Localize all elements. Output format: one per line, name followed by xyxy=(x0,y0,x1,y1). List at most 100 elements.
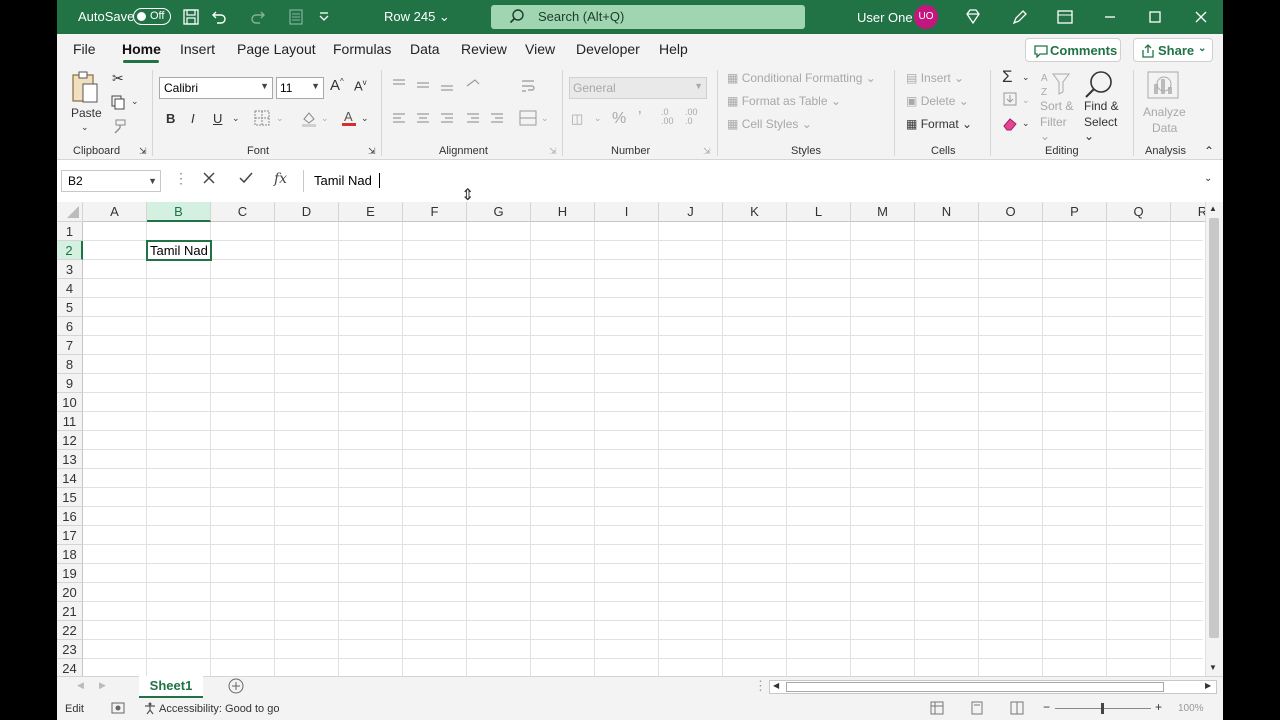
page-layout-view-icon[interactable] xyxy=(970,701,984,718)
minimize-icon[interactable] xyxy=(1100,7,1120,27)
tab-help[interactable]: Help xyxy=(659,41,688,57)
accessibility-status[interactable]: Accessibility: Good to go xyxy=(159,703,279,715)
row-header-14[interactable]: 14 xyxy=(57,469,83,488)
percent-icon[interactable]: % xyxy=(612,110,626,128)
sheet-tab[interactable]: Sheet1 xyxy=(139,676,203,698)
copy-icon[interactable] xyxy=(110,94,126,113)
add-sheet-icon[interactable] xyxy=(227,677,245,698)
row-header-17[interactable]: 17 xyxy=(57,526,83,545)
column-header-p[interactable]: P xyxy=(1043,202,1107,222)
user-name[interactable]: User One xyxy=(857,10,913,25)
font-size-select[interactable]: 11 ▼ xyxy=(276,77,324,99)
row-header-19[interactable]: 19 xyxy=(57,564,83,583)
column-header-a[interactable]: A xyxy=(83,202,147,222)
avatar[interactable]: UO xyxy=(914,5,938,29)
format-as-table-button[interactable]: ▦ Format as Table ⌄ xyxy=(727,94,841,108)
row-header-23[interactable]: 23 xyxy=(57,640,83,659)
cut-icon[interactable]: ✂ xyxy=(112,70,124,87)
row-header-15[interactable]: 15 xyxy=(57,488,83,507)
row-header-3[interactable]: 3 xyxy=(57,260,83,279)
scroll-thumb[interactable] xyxy=(1209,218,1219,638)
confirm-entry-icon[interactable] xyxy=(238,171,254,188)
row-header-13[interactable]: 13 xyxy=(57,450,83,469)
format-painter-icon[interactable] xyxy=(111,118,127,137)
expand-formula-bar-icon[interactable]: ⌄ xyxy=(1204,173,1212,184)
merge-center-icon[interactable] xyxy=(519,110,537,129)
analyze-data-button[interactable]: Analyze Data xyxy=(1142,70,1188,135)
name-box[interactable]: B2 ▼ xyxy=(61,170,161,192)
prev-sheet-icon[interactable]: ◀ xyxy=(77,680,84,691)
fill-color-icon[interactable] xyxy=(300,110,318,131)
scroll-up-icon[interactable]: ▲ xyxy=(1209,204,1217,213)
row-header-6[interactable]: 6 xyxy=(57,317,83,336)
accessibility-icon[interactable] xyxy=(143,701,157,718)
normal-view-icon[interactable] xyxy=(930,701,944,718)
tab-page-layout[interactable]: Page Layout xyxy=(237,41,316,57)
customize-toolbar-icon[interactable] xyxy=(315,8,333,26)
insert-function-icon[interactable]: fx xyxy=(274,171,287,187)
autosave-toggle[interactable]: Off xyxy=(133,8,171,25)
column-header-j[interactable]: J xyxy=(659,202,723,222)
row-header-12[interactable]: 12 xyxy=(57,431,83,450)
scroll-down-icon[interactable]: ▼ xyxy=(1209,663,1217,672)
cancel-entry-icon[interactable] xyxy=(202,171,216,188)
split-handle-icon[interactable]: ⋮ xyxy=(754,678,767,694)
column-header-c[interactable]: C xyxy=(211,202,275,222)
row-header-24[interactable]: 24 xyxy=(57,659,83,676)
comma-style-icon[interactable]: ’ xyxy=(638,109,642,127)
row-header-9[interactable]: 9 xyxy=(57,374,83,393)
save-icon[interactable] xyxy=(182,8,200,26)
select-all-corner[interactable] xyxy=(57,202,83,222)
column-header-g[interactable]: G xyxy=(467,202,531,222)
conditional-formatting-button[interactable]: ▦ Conditional Formatting ⌄ xyxy=(727,71,876,85)
sort-filter-button[interactable]: AZ Sort & Filter ⌄ xyxy=(1039,70,1077,143)
ribbon-display-icon[interactable] xyxy=(1055,7,1075,27)
search-box[interactable]: Search (Alt+Q) xyxy=(491,5,805,29)
column-header-b[interactable]: B xyxy=(147,202,211,222)
row-header-21[interactable]: 21 xyxy=(57,602,83,621)
collapse-ribbon-icon[interactable]: ⌃ xyxy=(1204,144,1214,158)
tab-data[interactable]: Data xyxy=(410,41,440,57)
insert-cells-button[interactable]: ▤ Insert ⌄ xyxy=(906,71,964,85)
currency-icon[interactable]: ◫ xyxy=(571,111,583,127)
diamond-icon[interactable] xyxy=(963,7,983,27)
tab-file[interactable]: File xyxy=(73,41,96,57)
zoom-slider-thumb[interactable] xyxy=(1101,703,1104,714)
decrease-decimal-icon[interactable]: .00.0 xyxy=(685,108,698,126)
wrap-text-icon[interactable] xyxy=(520,78,536,97)
redo-icon[interactable] xyxy=(249,8,267,26)
zoom-out-icon[interactable]: − xyxy=(1043,700,1050,714)
maximize-icon[interactable] xyxy=(1145,7,1165,27)
column-header-e[interactable]: E xyxy=(339,202,403,222)
delete-cells-button[interactable]: ▣ Delete ⌄ xyxy=(906,94,969,108)
tab-home[interactable]: Home xyxy=(122,41,161,57)
font-color-icon[interactable]: A xyxy=(340,109,358,130)
clear-icon[interactable] xyxy=(1002,117,1018,134)
row-header-10[interactable]: 10 xyxy=(57,393,83,412)
dialog-launcher-icon[interactable]: ⇲ xyxy=(549,146,557,157)
more-options-icon[interactable]: ⋮ xyxy=(174,170,188,187)
zoom-slider[interactable] xyxy=(1055,703,1151,714)
row-header-22[interactable]: 22 xyxy=(57,621,83,640)
autosum-icon[interactable]: Σ xyxy=(1002,67,1013,87)
tab-review[interactable]: Review xyxy=(461,41,507,57)
row-header-8[interactable]: 8 xyxy=(57,355,83,374)
tab-formulas[interactable]: Formulas xyxy=(333,41,391,57)
row-header-4[interactable]: 4 xyxy=(57,279,83,298)
column-header-h[interactable]: H xyxy=(531,202,595,222)
scroll-right-icon[interactable]: ▶ xyxy=(1205,681,1211,690)
column-header-i[interactable]: I xyxy=(595,202,659,222)
row-header-18[interactable]: 18 xyxy=(57,545,83,564)
form-icon[interactable] xyxy=(287,8,305,26)
scroll-thumb[interactable] xyxy=(786,682,1164,692)
row-header-20[interactable]: 20 xyxy=(57,583,83,602)
row-header-11[interactable]: 11 xyxy=(57,412,83,431)
cell-styles-button[interactable]: ▦ Cell Styles ⌄ xyxy=(727,117,812,131)
bold-button[interactable]: B xyxy=(166,111,175,126)
tab-developer[interactable]: Developer xyxy=(576,41,640,57)
increase-font-icon[interactable]: A^ xyxy=(330,77,344,94)
formula-input[interactable]: Tamil Nad xyxy=(303,170,1221,192)
vertical-scrollbar[interactable]: ▲ ▼ xyxy=(1205,202,1223,676)
column-header-o[interactable]: O xyxy=(979,202,1043,222)
column-header-q[interactable]: Q xyxy=(1107,202,1171,222)
